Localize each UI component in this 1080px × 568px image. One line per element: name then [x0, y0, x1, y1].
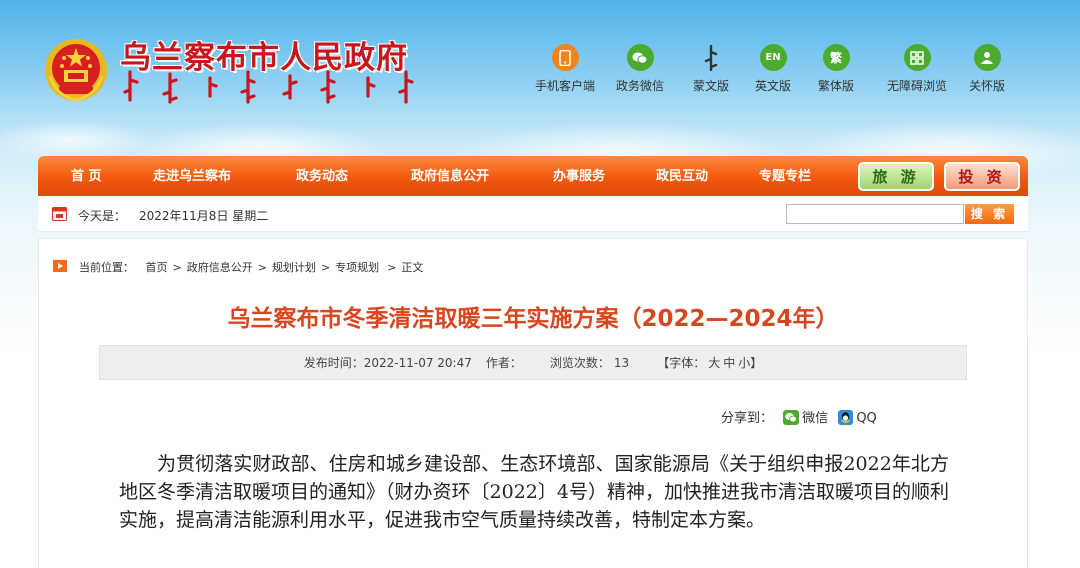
- breadcrumb: 当前位置： 首页 > 政府信息公开 > 规划计划 > 专项规划 > 正文: [79, 261, 424, 274]
- nav-item-topics[interactable]: 专题专栏: [759, 156, 811, 196]
- breadcrumb-current: 正文: [401, 261, 424, 274]
- share-bar: 分享到： 微信 QQ: [721, 407, 877, 426]
- nav-item-info-disclosure[interactable]: 政府信息公开: [411, 156, 489, 196]
- views-count: 13: [613, 356, 630, 370]
- accessibility-icon: [903, 44, 931, 71]
- font-size-small[interactable]: 小: [738, 356, 750, 370]
- quick-link-care[interactable]: 关怀版: [952, 44, 1022, 94]
- author-label: 作者：: [485, 356, 522, 370]
- search-button[interactable]: 搜 索: [965, 204, 1014, 224]
- share-qq-link[interactable]: QQ: [856, 411, 876, 426]
- share-wechat-link[interactable]: 微信: [802, 411, 828, 426]
- mongolian-script-icon: [698, 44, 725, 71]
- care-icon: [973, 44, 1001, 71]
- views-label: 浏览次数：: [549, 356, 610, 370]
- breadcrumb-planning[interactable]: 规划计划: [272, 261, 316, 274]
- phone-icon: [551, 44, 579, 71]
- nav-item-services[interactable]: 办事服务: [553, 156, 605, 196]
- quick-link-english[interactable]: EN 英文版: [738, 44, 808, 94]
- date-bar: 今天是： 2022年11月8日 星期二 搜 索: [38, 196, 1028, 232]
- mongolian-title-logo: [123, 70, 414, 104]
- article-title: 乌兰察布市冬季清洁取暖三年实施方案（2022—2024年）: [227, 306, 839, 332]
- location-arrow-icon: [53, 260, 67, 272]
- travel-button[interactable]: 旅 游: [858, 162, 934, 191]
- quick-links: 手机客户端 政务微信 蒙文版 EN 英文版 繁 繁体版 无障碍浏览 关怀版: [530, 44, 1030, 104]
- quick-link-mongolian[interactable]: 蒙文版: [676, 44, 746, 94]
- share-label: 分享到：: [721, 411, 774, 426]
- publish-label: 发布时间：: [303, 356, 364, 370]
- wechat-icon: [626, 44, 654, 71]
- national-emblem-icon: [45, 39, 107, 102]
- font-size-large[interactable]: 大: [708, 356, 720, 370]
- article-meta: 发布时间：2022-11-07 20:47 作者： 浏览次数： 13 【字体：大中小】: [99, 345, 967, 380]
- today-label: 今天是：: [78, 209, 127, 223]
- font-size-label: 【字体：: [657, 356, 706, 370]
- font-size-close: 】: [750, 356, 763, 370]
- nav-item-news[interactable]: 政务动态: [296, 156, 348, 196]
- search-input[interactable]: [786, 204, 964, 224]
- nav-item-interaction[interactable]: 政民互动: [656, 156, 708, 196]
- quick-link-wechat[interactable]: 政务微信: [605, 44, 675, 94]
- quick-link-accessibility[interactable]: 无障碍浏览: [882, 44, 952, 94]
- traditional-chinese-icon: 繁: [822, 44, 850, 71]
- nav-item-home[interactable]: 首 页: [71, 156, 102, 196]
- breadcrumb-special-planning[interactable]: 专项规划: [335, 261, 379, 274]
- font-size-medium[interactable]: 中: [723, 356, 735, 370]
- invest-button[interactable]: 投 资: [944, 162, 1020, 191]
- calendar-icon: [52, 207, 67, 221]
- breadcrumb-info-disclosure[interactable]: 政府信息公开: [187, 261, 253, 274]
- qq-share-icon[interactable]: [838, 410, 854, 425]
- quick-link-mobile[interactable]: 手机客户端: [530, 44, 600, 94]
- publish-time: 2022-11-07 20:47: [363, 356, 472, 370]
- quick-link-traditional[interactable]: 繁 繁体版: [801, 44, 871, 94]
- nav-item-about[interactable]: 走进乌兰察布: [153, 156, 231, 196]
- article-body-paragraph: 为贯彻落实财政部、住房和城乡建设部、生态环境部、国家能源局《关于组织申报2022…: [119, 453, 949, 531]
- today-date: 2022年11月8日 星期二: [139, 209, 269, 223]
- wechat-share-icon[interactable]: [783, 410, 800, 425]
- breadcrumb-label: 当前位置：: [79, 261, 134, 274]
- article-panel: 当前位置： 首页 > 政府信息公开 > 规划计划 > 专项规划 > 正文 乌兰察布市冬季清洁取暖…: [38, 238, 1028, 568]
- breadcrumb-home[interactable]: 首页: [146, 261, 168, 274]
- en-icon: EN: [759, 44, 787, 71]
- main-nav: 首 页 走进乌兰察布 政务动态 政府信息公开 办事服务 政民互动 专题专栏 旅 …: [38, 156, 1028, 196]
